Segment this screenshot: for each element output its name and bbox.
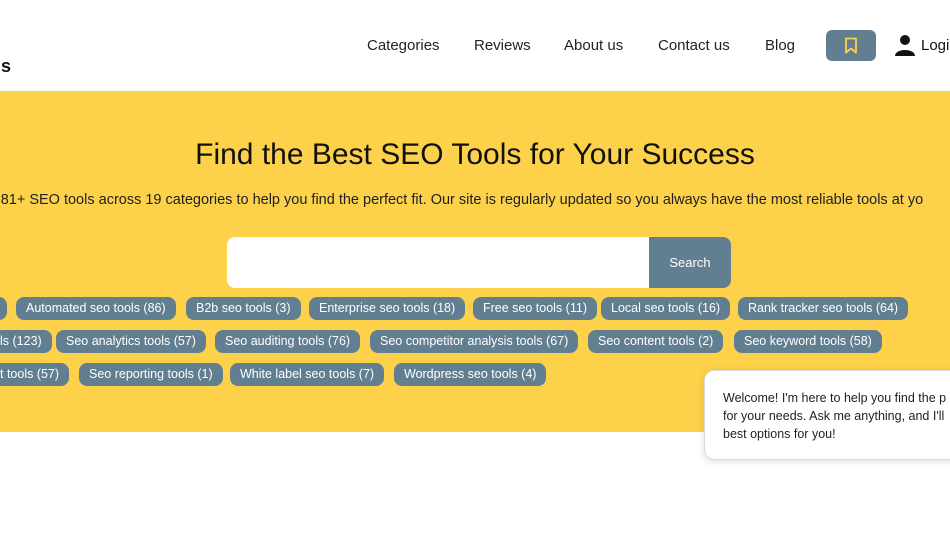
category-tag[interactable]: Seo analytics tools (57) [56, 330, 206, 353]
chat-message: Welcome! I'm here to help you find the p… [723, 391, 947, 441]
category-tag[interactable] [0, 297, 7, 320]
search-input[interactable] [227, 237, 649, 288]
category-tag[interactable]: Seo reporting tools (1) [79, 363, 223, 386]
nav-blog[interactable]: Blog [765, 37, 795, 54]
hero-title: Find the Best SEO Tools for Your Success [195, 138, 755, 171]
search-bar: Search [227, 237, 731, 288]
search-button[interactable]: Search [649, 237, 731, 288]
category-tag[interactable]: t tools (57) [0, 363, 70, 386]
category-tag[interactable]: Seo content tools (2) [588, 330, 724, 353]
category-tag[interactable]: Free seo tools (11) [473, 297, 597, 320]
category-tag[interactable]: Rank tracker seo tools (64) [738, 297, 909, 320]
site-logo[interactable]: ls [0, 56, 11, 77]
nav-reviews[interactable]: Reviews [474, 37, 531, 54]
category-tag[interactable]: Local seo tools (16) [601, 297, 731, 320]
login-link[interactable]: Logi [893, 33, 949, 57]
login-label: Logi [921, 36, 950, 54]
user-icon [895, 35, 915, 56]
bookmark-icon [845, 37, 857, 54]
category-tag[interactable]: Automated seo tools (86) [16, 297, 176, 320]
category-tag[interactable]: Enterprise seo tools (18) [309, 297, 466, 320]
category-tag[interactable]: Wordpress seo tools (4) [394, 363, 547, 386]
category-tag[interactable]: Seo keyword tools (58) [734, 330, 882, 353]
nav-about-us[interactable]: About us [564, 37, 623, 54]
chat-welcome-bubble[interactable]: Welcome! I'm here to help you find the p… [704, 370, 950, 460]
bookmarks-button[interactable] [826, 30, 876, 61]
category-tag[interactable]: B2b seo tools (3) [186, 297, 301, 320]
hero-subtitle: wed 181+ SEO tools across 19 categories … [0, 192, 924, 208]
site-header: ls Categories Reviews About us Contact u… [0, 0, 950, 91]
category-tag[interactable]: Seo competitor analysis tools (67) [370, 330, 579, 353]
nav-categories[interactable]: Categories [367, 37, 440, 54]
category-tag[interactable]: White label seo tools (7) [230, 363, 385, 386]
nav-contact-us[interactable]: Contact us [658, 37, 730, 54]
category-tag[interactable]: ls (123) [0, 330, 52, 353]
category-tag[interactable]: Seo auditing tools (76) [215, 330, 361, 353]
